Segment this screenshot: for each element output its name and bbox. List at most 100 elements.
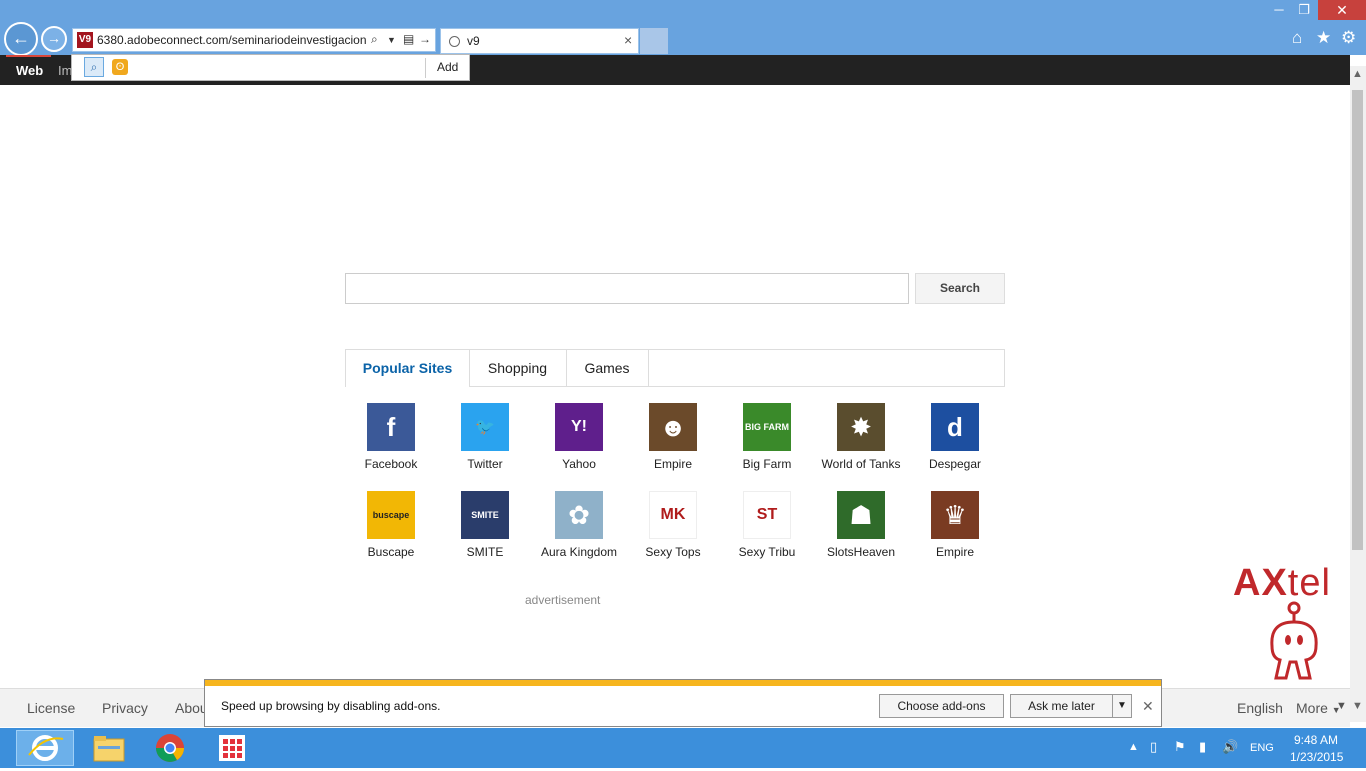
ask-me-later-button[interactable]: Ask me later [1010, 694, 1113, 718]
site-tile[interactable]: f Facebook [344, 403, 438, 473]
site-tile[interactable]: buscape Buscape [344, 491, 438, 561]
choose-addons-button[interactable]: Choose add-ons [879, 694, 1004, 718]
footer-privacy-link[interactable]: Privacy [102, 700, 148, 716]
address-bar[interactable]: V9 6380.adobeconnect.com/seminariodeinve… [72, 28, 436, 52]
forward-button[interactable]: → [41, 26, 67, 52]
clock-date[interactable]: 1/23/2015 [1290, 750, 1343, 764]
site-tile-label: Empire [935, 545, 974, 559]
back-arrow-icon: ← [12, 28, 30, 48]
site-tile[interactable]: ☻ Empire [626, 403, 720, 473]
dropdown-icon[interactable]: ▼ [387, 35, 396, 45]
site-tile-label: Sexy Tribu [738, 545, 796, 559]
favorites-star-icon[interactable]: ★ [1316, 28, 1331, 48]
footer-about-link[interactable]: Abou [175, 700, 208, 716]
chrome-icon [156, 734, 184, 762]
site-tile[interactable]: BIG FARM Big Farm [720, 403, 814, 473]
site-favicon-icon: V9 [77, 32, 93, 48]
footer-license-link[interactable]: License [27, 700, 75, 716]
site-tile-label: Facebook [364, 457, 418, 471]
ask-later-dropdown-icon[interactable]: ▼ [1112, 694, 1132, 718]
site-tile[interactable]: d Despegar [908, 403, 1002, 473]
url-text[interactable]: 6380.adobeconnect.com/seminariodeinvesti… [97, 33, 367, 47]
home-icon[interactable]: ⌂ [1292, 28, 1302, 48]
site-tile[interactable]: 🐦 Twitter [438, 403, 532, 473]
facebook-icon: f [367, 403, 415, 451]
aura-kingdom-icon: ✿ [555, 491, 603, 539]
site-tile-label: Sexy Tops [645, 545, 701, 559]
compatibility-view-icon[interactable]: ▤ [403, 32, 414, 46]
browser-tab-active[interactable]: v9 × [440, 28, 639, 54]
sexy-tribu-icon: ST [743, 491, 791, 539]
site-tile-label: Aura Kingdom [540, 545, 618, 559]
taskbar-apps-button[interactable] [203, 728, 261, 768]
minimize-button[interactable]: ─ [1266, 2, 1292, 20]
site-tile-label: Empire [653, 457, 692, 471]
advertisement-label: advertisement [525, 593, 601, 607]
device-icon[interactable]: ▯ [1150, 739, 1157, 755]
chevron-down-icon[interactable]: ▼ [1336, 700, 1347, 712]
tab-games[interactable]: Games [566, 350, 649, 386]
tab-shopping[interactable]: Shopping [469, 350, 567, 386]
apps-grid-icon [219, 735, 245, 761]
site-tile[interactable]: ☗ SlotsHeaven [814, 491, 908, 561]
scrollbar-thumb[interactable] [1352, 90, 1363, 550]
taskbar-chrome-button[interactable] [141, 728, 199, 768]
tab-close-icon[interactable]: × [624, 32, 632, 48]
search-input[interactable] [345, 273, 909, 304]
go-arrow-icon[interactable]: → [419, 32, 431, 46]
big-farm-icon: BIG FARM [743, 403, 791, 451]
tab-popular-sites[interactable]: Popular Sites [346, 350, 470, 387]
slotsheaven-icon: ☗ [837, 491, 885, 539]
taskbar-explorer-button[interactable] [80, 728, 138, 768]
empire-icon: ☻ [649, 403, 697, 451]
close-window-button[interactable]: ✕ [1318, 0, 1366, 20]
show-hidden-icons[interactable]: ▲ [1128, 741, 1139, 753]
search-icon[interactable]: ⌕ [371, 32, 378, 47]
site-tile[interactable]: ♛ Empire [908, 491, 1002, 561]
network-signal-icon[interactable]: ▮ [1199, 739, 1206, 755]
footer-language-link[interactable]: English [1237, 700, 1283, 716]
notification-close-icon[interactable]: ✕ [1142, 698, 1154, 715]
buscape-icon: buscape [367, 491, 415, 539]
back-button[interactable]: ← [4, 22, 38, 56]
add-provider-button[interactable]: Add [437, 60, 458, 74]
action-center-flag-icon[interactable]: ⚑ [1174, 739, 1186, 755]
site-tile[interactable]: ✸ World of Tanks [814, 403, 908, 473]
site-tile[interactable]: Y! Yahoo [532, 403, 626, 473]
alternate-provider-icon[interactable]: ʘ [112, 59, 128, 75]
search-provider-popup: ⌕ ʘ Add [71, 54, 470, 81]
input-language[interactable]: ENG [1250, 742, 1274, 754]
clock-time[interactable]: 9:48 AM [1294, 733, 1338, 747]
internet-explorer-icon [28, 735, 64, 761]
volume-icon[interactable]: 🔊 [1222, 739, 1238, 755]
despegar-icon: d [931, 403, 979, 451]
restore-button[interactable]: ❐ [1291, 2, 1317, 20]
scroll-up-icon[interactable]: ▲ [1352, 68, 1363, 80]
new-tab-button[interactable] [640, 28, 668, 54]
divider [425, 58, 426, 78]
search-button[interactable]: Search [915, 273, 1005, 304]
notification-message: Speed up browsing by disabling add-ons. [221, 699, 441, 713]
yahoo-icon: Y! [555, 403, 603, 451]
site-tile[interactable]: MK Sexy Tops [626, 491, 720, 561]
site-tile[interactable]: SMITE SMITE [438, 491, 532, 561]
axtel-mascot-icon [1270, 601, 1318, 680]
site-tile-label: Twitter [467, 457, 503, 471]
empire-king-icon: ♛ [931, 491, 979, 539]
search-provider-icon[interactable]: ⌕ [84, 57, 104, 77]
site-tile-label: World of Tanks [821, 457, 901, 471]
site-category-tabs: Popular Sites Shopping Games [345, 349, 1005, 387]
scroll-down-icon[interactable]: ▼ [1352, 700, 1363, 712]
axtel-logo: AXtel [1233, 562, 1331, 604]
site-tile[interactable]: ST Sexy Tribu [720, 491, 814, 561]
site-tile-label: Big Farm [742, 457, 792, 471]
nav-web[interactable]: Web [16, 63, 43, 78]
settings-gear-icon[interactable]: ⚙ [1341, 28, 1356, 48]
site-tile[interactable]: ✿ Aura Kingdom [532, 491, 626, 561]
footer-more-link[interactable]: More ▼ [1296, 700, 1341, 716]
addons-notification-bar: Speed up browsing by disabling add-ons. … [204, 679, 1162, 727]
notification-stripe [205, 680, 1161, 686]
more-label: More [1296, 700, 1328, 716]
tab-title: v9 [467, 34, 480, 48]
taskbar-ie-button[interactable] [16, 730, 74, 766]
